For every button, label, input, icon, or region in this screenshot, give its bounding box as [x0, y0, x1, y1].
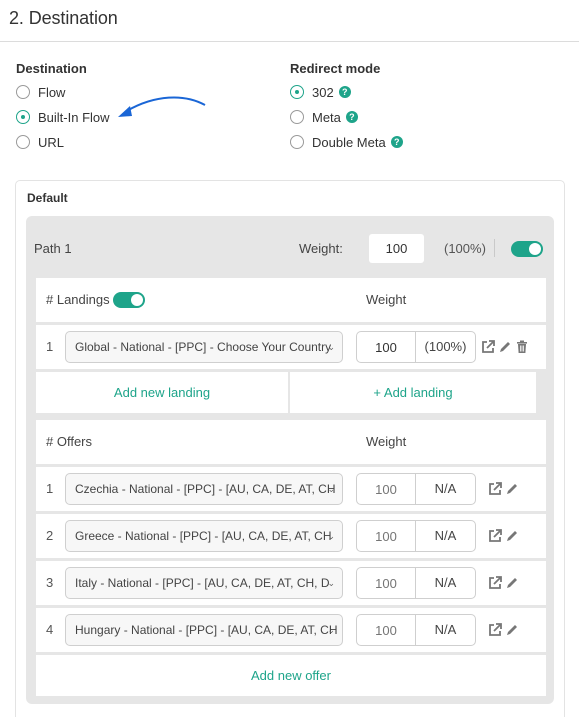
radio-circle [290, 135, 304, 149]
landing-weight-percent: (100%) [424, 339, 467, 354]
radio-redirect-302[interactable]: 302 ? [290, 83, 351, 101]
path-separator [494, 239, 495, 257]
radio-label: Flow [38, 84, 66, 100]
destination-label: Destination [16, 61, 87, 76]
offer-weight-group: N/A [356, 473, 476, 505]
title-divider [0, 41, 579, 42]
select-value: Hungary - National - [PPC] - [AU, CA, DE… [75, 623, 338, 637]
landing-row: 1 Global - National - [PPC] - Choose You… [36, 325, 546, 369]
radio-circle [16, 135, 30, 149]
offers-header-row: # Offers Weight [36, 420, 546, 464]
pencil-icon[interactable] [498, 340, 512, 354]
offer-select[interactable]: Greece - National - [PPC] - [AU, CA, DE,… [65, 520, 343, 552]
pencil-icon[interactable] [505, 623, 519, 637]
landings-header-row: # Landings Weight [36, 278, 546, 322]
offer-weight-input[interactable] [357, 568, 416, 598]
landings-weight-header: Weight [366, 292, 407, 307]
toggle-knob [529, 243, 541, 255]
radio-redirect-meta[interactable]: Meta ? [290, 108, 358, 126]
offer-select[interactable]: Czechia - National - [PPC] - [AU, CA, DE… [65, 473, 343, 505]
offer-weight-percent: N/A [434, 575, 457, 590]
pencil-icon[interactable] [505, 482, 519, 496]
path-enabled-toggle[interactable] [511, 241, 543, 257]
offer-select[interactable]: Hungary - National - [PPC] - [AU, CA, DE… [65, 614, 343, 646]
offer-weight-group: N/A [356, 520, 476, 552]
radio-label: Meta [312, 109, 341, 125]
external-link-icon[interactable] [488, 529, 502, 543]
chevron-down-icon: ⌄ [327, 531, 335, 541]
external-link-icon[interactable] [481, 340, 495, 354]
help-icon[interactable]: ? [345, 111, 358, 123]
add-new-offer-button[interactable]: Add new offer [36, 655, 546, 696]
radio-circle [16, 110, 30, 124]
chevron-down-icon: ⌄ [327, 342, 335, 352]
path-box: Path 1 Weight: (100%) # Landings Weight … [26, 216, 554, 704]
radio-label: 302 [312, 84, 334, 100]
offer-row: 3 Italy - National - [PPC] - [AU, CA, DE… [36, 561, 546, 605]
row-number: 3 [46, 575, 54, 590]
external-link-icon[interactable] [488, 576, 502, 590]
select-value: Global - National - [PPC] - Choose Your … [75, 340, 332, 354]
offer-row: 1 Czechia - National - [PPC] - [AU, CA, … [36, 467, 546, 511]
radio-destination-url[interactable]: URL [16, 133, 64, 151]
select-value: Czechia - National - [PPC] - [AU, CA, DE… [75, 482, 336, 496]
radio-destination-built-in-flow[interactable]: Built-In Flow [16, 108, 110, 126]
offer-weight-group: N/A [356, 614, 476, 646]
pencil-icon[interactable] [505, 529, 519, 543]
external-link-icon[interactable] [488, 623, 502, 637]
external-link-icon[interactable] [488, 482, 502, 496]
help-icon[interactable]: ? [338, 86, 351, 98]
offer-select[interactable]: Italy - National - [PPC] - [AU, CA, DE, … [65, 567, 343, 599]
path-weight-input[interactable] [369, 234, 424, 263]
page-title: 2. Destination [9, 8, 118, 28]
offer-weight-percent: N/A [434, 528, 457, 543]
path-weight-label: Weight: [299, 241, 343, 256]
default-card: Default Path 1 Weight: (100%) # Landings… [15, 180, 565, 717]
radio-destination-flow[interactable]: Flow [16, 83, 65, 101]
radio-label: URL [38, 134, 65, 150]
radio-circle [290, 85, 304, 99]
offer-weight-percent: N/A [434, 622, 457, 637]
trash-icon[interactable] [515, 340, 529, 354]
offers-header: # Offers [46, 434, 93, 449]
landings-toggle[interactable] [113, 292, 145, 308]
row-number: 4 [46, 622, 54, 637]
select-value: Greece - National - [PPC] - [AU, CA, DE,… [75, 529, 332, 543]
help-icon[interactable]: ? [390, 136, 403, 148]
offer-weight-input[interactable] [357, 615, 416, 645]
select-value: Italy - National - [PPC] - [AU, CA, DE, … [75, 576, 330, 590]
pencil-icon[interactable] [505, 576, 519, 590]
offer-weight-percent: N/A [434, 481, 457, 496]
landing-select[interactable]: Global - National - [PPC] - Choose Your … [65, 331, 343, 363]
chevron-down-icon: ⌄ [327, 625, 335, 635]
offer-weight-input[interactable] [357, 474, 416, 504]
radio-circle [290, 110, 304, 124]
annotation-arrow-icon [118, 96, 206, 117]
row-number: 2 [46, 528, 54, 543]
radio-label: Double Meta [312, 134, 386, 150]
offer-weight-input[interactable] [357, 521, 416, 551]
radio-redirect-double-meta[interactable]: Double Meta ? [290, 133, 403, 151]
row-number: 1 [46, 481, 54, 496]
radio-label: Built-In Flow [38, 109, 110, 125]
offer-row: 4 Hungary - National - [PPC] - [AU, CA, … [36, 608, 546, 652]
path-title: Path 1 [34, 241, 72, 256]
offers-weight-header: Weight [366, 434, 407, 449]
default-label: Default [27, 191, 68, 205]
landing-weight-input[interactable] [357, 332, 416, 362]
toggle-knob [131, 294, 143, 306]
chevron-down-icon: ⌄ [327, 578, 335, 588]
row-number: 1 [46, 339, 54, 354]
radio-circle [16, 85, 30, 99]
add-new-landing-button[interactable]: Add new landing [36, 372, 288, 413]
offer-weight-group: N/A [356, 567, 476, 599]
landing-weight-group: (100%) [356, 331, 476, 363]
redirect-mode-label: Redirect mode [290, 61, 381, 76]
landings-header: # Landings [46, 292, 110, 307]
offer-row: 2 Greece - National - [PPC] - [AU, CA, D… [36, 514, 546, 558]
chevron-down-icon: ⌄ [327, 484, 335, 494]
path-weight-percent: (100%) [444, 241, 486, 256]
add-landing-button[interactable]: + Add landing [290, 372, 536, 413]
